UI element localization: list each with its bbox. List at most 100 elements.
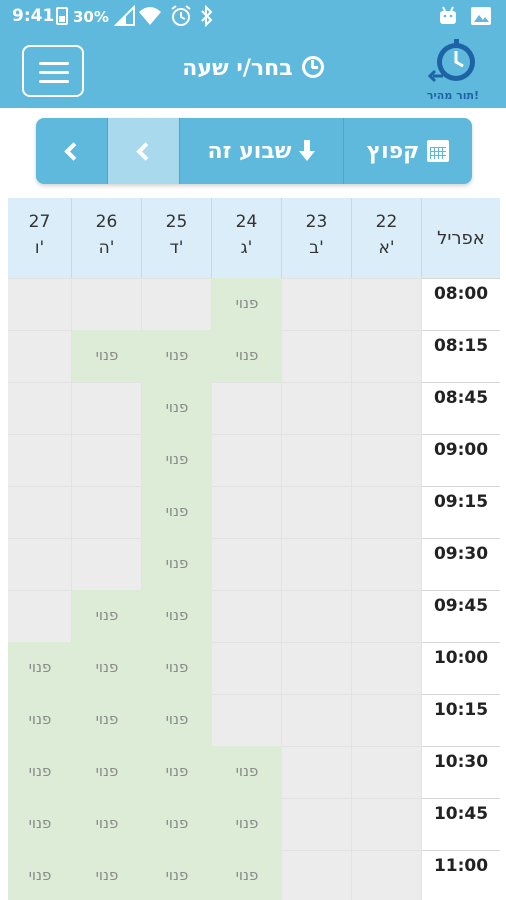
unavailable-slot: [282, 850, 352, 900]
free-slot[interactable]: פנוי: [8, 746, 72, 798]
free-slot[interactable]: פנוי: [212, 278, 282, 330]
day-header: 25 ד': [142, 198, 212, 278]
chevron-left-icon: [136, 141, 155, 161]
status-time: 9:41: [12, 6, 55, 26]
clock-icon: [301, 56, 324, 78]
time-label: 09:45: [422, 590, 500, 642]
day-name: ג': [240, 238, 253, 258]
free-slot[interactable]: פנוי: [142, 330, 212, 382]
time-label: 10:45: [422, 798, 500, 850]
free-slot[interactable]: פנוי: [8, 798, 72, 850]
jump-to-date-button[interactable]: קפוץ: [344, 118, 472, 184]
unavailable-slot: [282, 486, 352, 538]
day-number: 25: [165, 212, 188, 232]
free-slot[interactable]: פנוי: [142, 694, 212, 746]
free-slot[interactable]: פנוי: [72, 746, 142, 798]
day-header: 27 ו': [8, 198, 72, 278]
day-header: 23 ב': [282, 198, 352, 278]
time-label: 10:00: [422, 642, 500, 694]
unavailable-slot: [282, 382, 352, 434]
unavailable-slot: [282, 590, 352, 642]
free-slot[interactable]: פנוי: [142, 642, 212, 694]
free-slot[interactable]: פנוי: [142, 434, 212, 486]
unavailable-slot: [282, 330, 352, 382]
free-slot[interactable]: פנוי: [142, 486, 212, 538]
unavailable-slot: [72, 486, 142, 538]
unavailable-slot: [8, 486, 72, 538]
page-title: בחר/י שעה: [182, 56, 293, 81]
free-slot[interactable]: פנוי: [212, 850, 282, 900]
menu-button[interactable]: [22, 45, 84, 97]
this-week-button[interactable]: שבוע זה: [180, 118, 344, 184]
unavailable-slot: [212, 590, 282, 642]
this-week-label: שבוע זה: [207, 138, 292, 164]
free-slot[interactable]: פנוי: [8, 694, 72, 746]
page-title-wrap: בחר/י שעה: [110, 56, 396, 81]
time-label: 08:00: [422, 278, 500, 330]
free-slot[interactable]: פנוי: [212, 746, 282, 798]
day-name: ד': [169, 238, 184, 258]
next-week-button[interactable]: [36, 118, 108, 184]
day-number: 26: [95, 212, 118, 232]
unavailable-slot: [352, 642, 422, 694]
app-header: בחר/י שעה תור מהיר!: [0, 34, 506, 108]
unavailable-slot: [352, 278, 422, 330]
free-slot[interactable]: פנוי: [142, 746, 212, 798]
free-slot[interactable]: פנוי: [142, 538, 212, 590]
menu-icon-line: [39, 80, 69, 83]
android-icon: [438, 5, 458, 33]
unavailable-slot: [72, 538, 142, 590]
time-label: 08:45: [422, 382, 500, 434]
free-slot[interactable]: פנוי: [142, 382, 212, 434]
time-label: 08:15: [422, 330, 500, 382]
logo-text: תור מהיר!: [426, 89, 480, 102]
unavailable-slot: [352, 330, 422, 382]
free-slot[interactable]: פנוי: [8, 850, 72, 900]
free-slot[interactable]: פנוי: [212, 798, 282, 850]
menu-icon-line: [39, 71, 69, 74]
free-slot[interactable]: פנוי: [72, 850, 142, 900]
unavailable-slot: [282, 538, 352, 590]
day-header: 26 ה': [72, 198, 142, 278]
unavailable-slot: [282, 746, 352, 798]
unavailable-slot: [8, 278, 72, 330]
unavailable-slot: [352, 798, 422, 850]
jump-label: קפוץ: [366, 138, 420, 164]
time-label: 09:00: [422, 434, 500, 486]
alarm-icon: [170, 5, 192, 33]
chevron-left-icon: [64, 141, 83, 161]
unavailable-slot: [8, 434, 72, 486]
free-slot[interactable]: פנוי: [72, 642, 142, 694]
unavailable-slot: [212, 642, 282, 694]
wifi-icon: [138, 5, 162, 33]
day-number: 24: [235, 212, 258, 232]
free-slot[interactable]: פנוי: [72, 798, 142, 850]
free-slot[interactable]: פנוי: [72, 694, 142, 746]
day-header: 22 א': [352, 198, 422, 278]
free-slot[interactable]: פנוי: [72, 330, 142, 382]
unavailable-slot: [8, 382, 72, 434]
unavailable-slot: [212, 486, 282, 538]
unavailable-slot: [72, 278, 142, 330]
free-slot[interactable]: פנוי: [8, 642, 72, 694]
unavailable-slot: [352, 486, 422, 538]
bluetooth-icon: [200, 4, 214, 33]
free-slot[interactable]: פנוי: [142, 798, 212, 850]
unavailable-slot: [352, 850, 422, 900]
unavailable-slot: [282, 642, 352, 694]
free-slot[interactable]: פנוי: [142, 850, 212, 900]
unavailable-slot: [352, 694, 422, 746]
day-name: ב': [309, 238, 324, 258]
unavailable-slot: [352, 538, 422, 590]
day-number: 23: [305, 212, 328, 232]
time-label: 10:30: [422, 746, 500, 798]
unavailable-slot: [282, 278, 352, 330]
free-slot[interactable]: פנוי: [72, 590, 142, 642]
signal-icon: [113, 4, 136, 33]
previous-week-button[interactable]: [108, 118, 180, 184]
unavailable-slot: [352, 746, 422, 798]
status-bar: 9:41 30%: [0, 0, 506, 34]
unavailable-slot: [212, 694, 282, 746]
free-slot[interactable]: פנוי: [142, 590, 212, 642]
free-slot[interactable]: פנוי: [212, 330, 282, 382]
